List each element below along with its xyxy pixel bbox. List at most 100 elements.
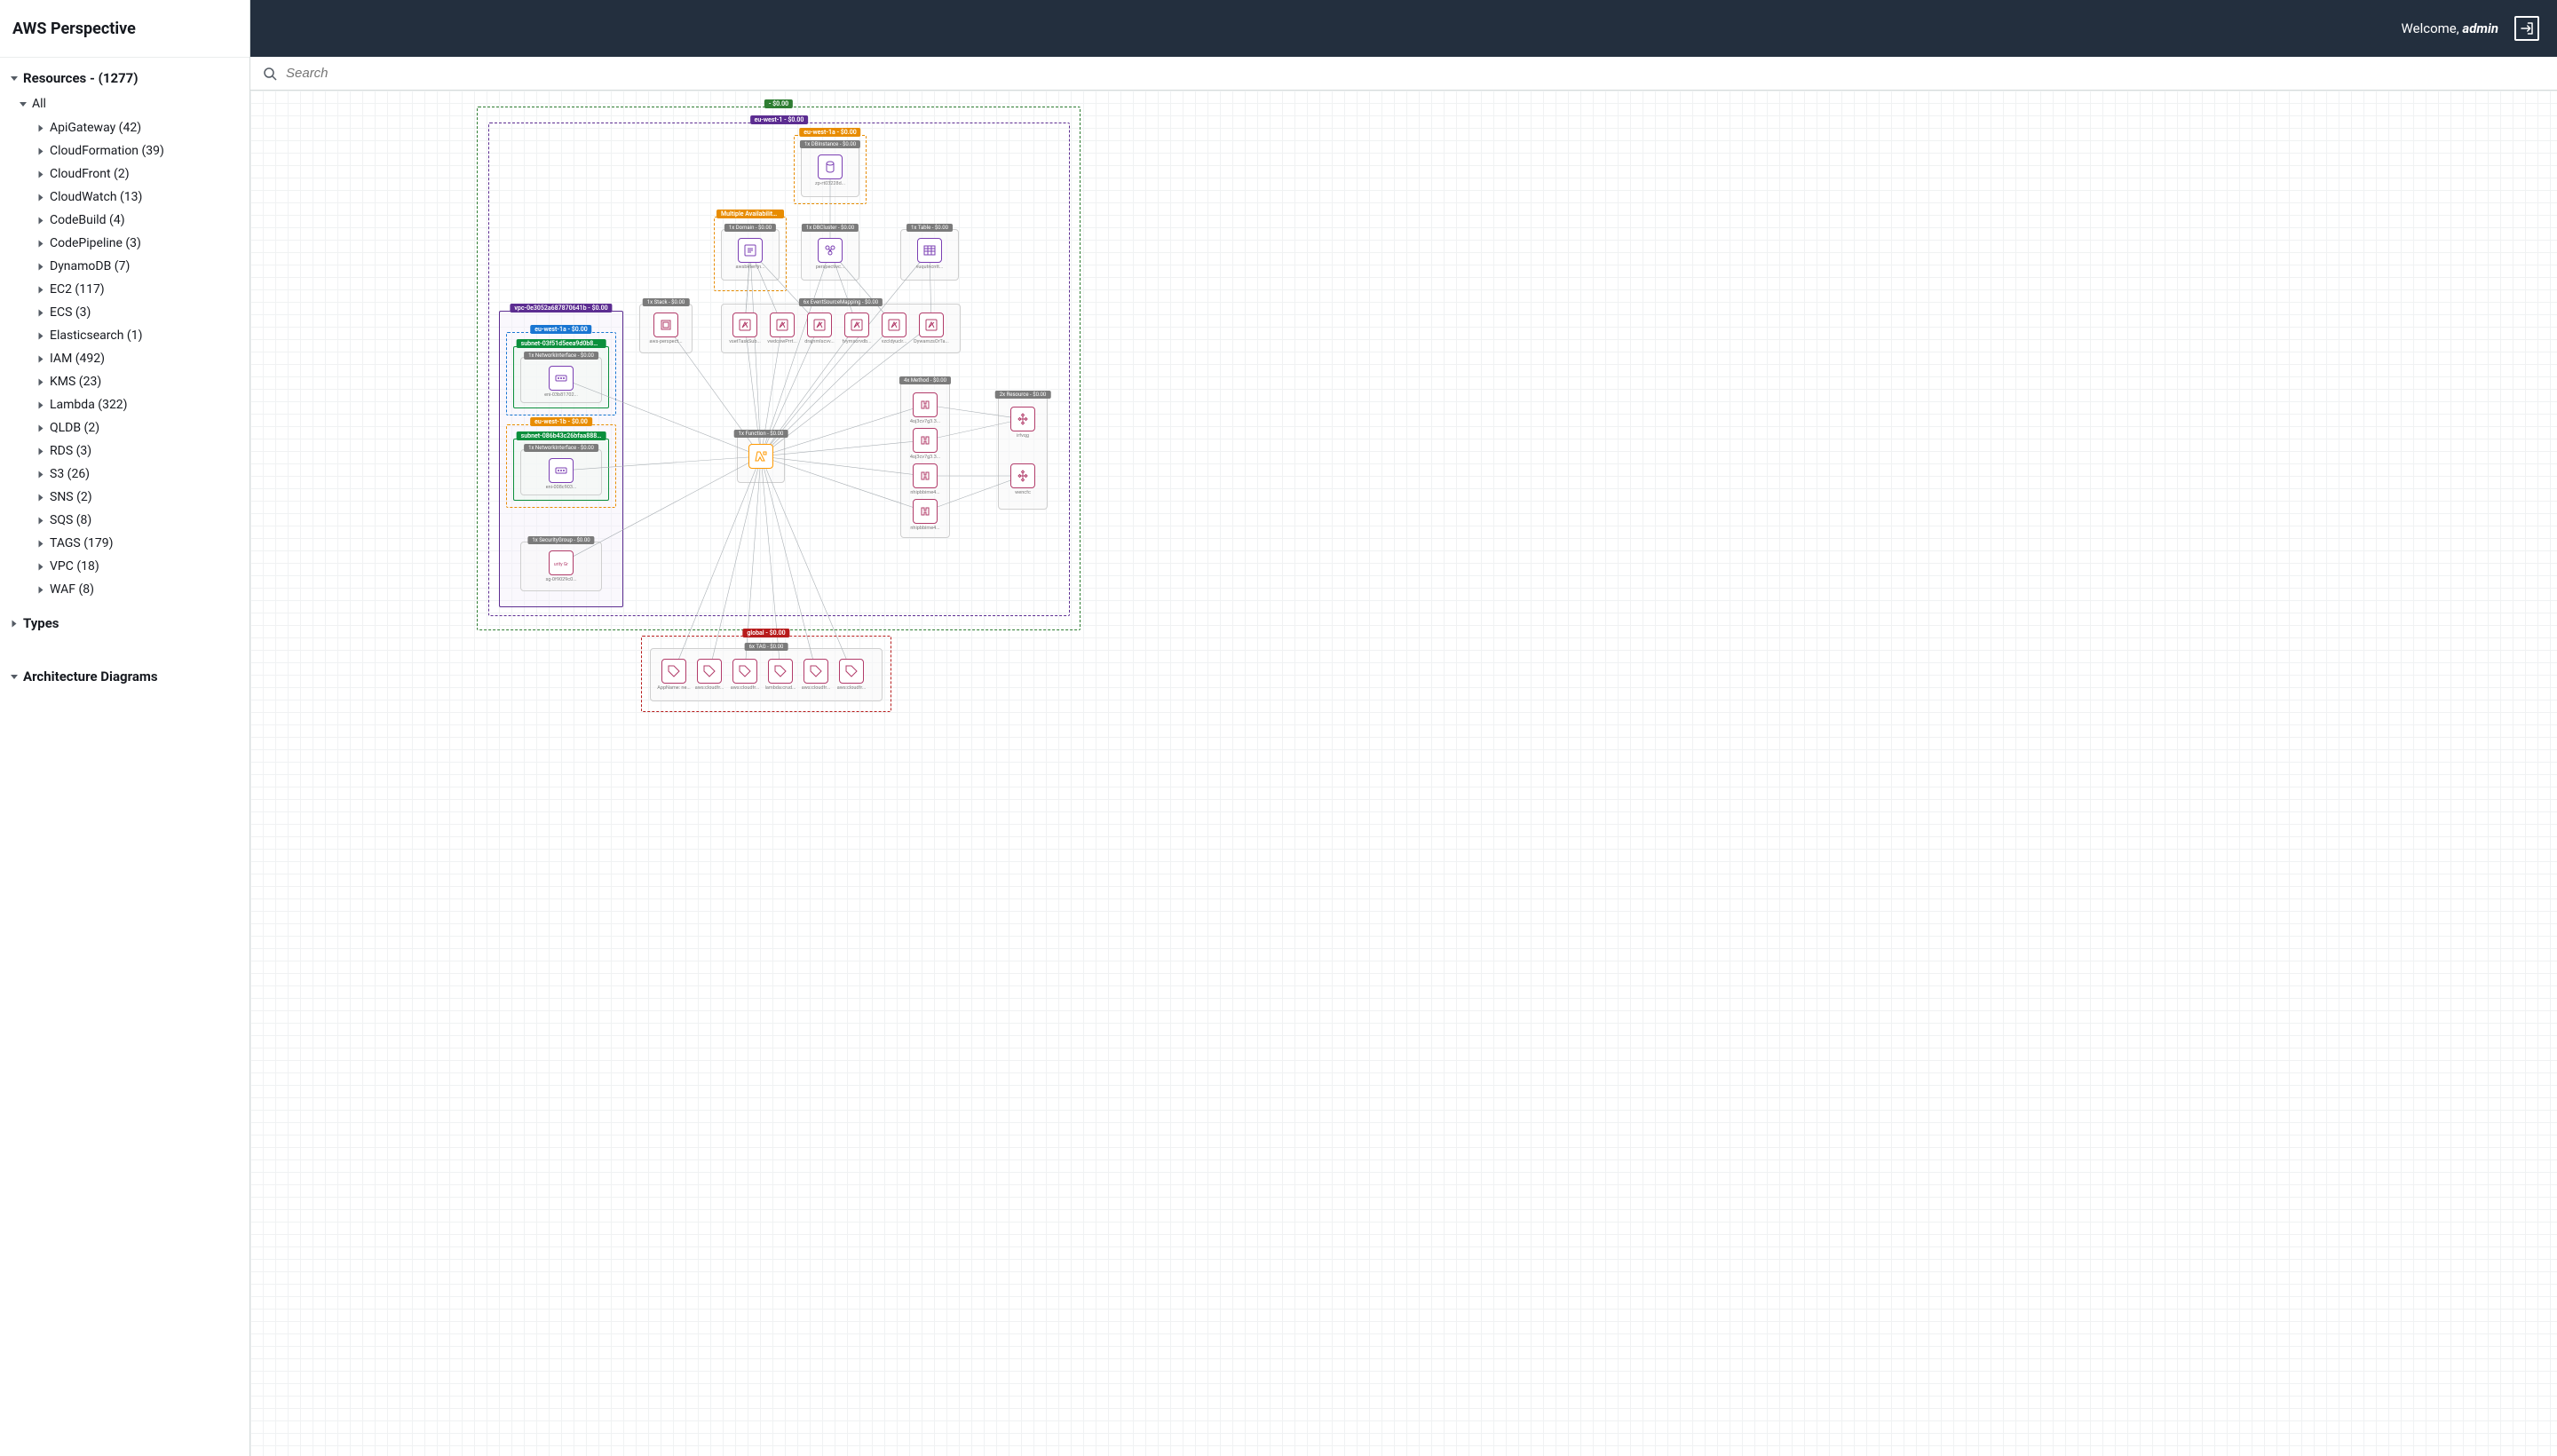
node-method-2-icon	[913, 463, 938, 488]
node-tag-5[interactable]: aws:cloudfr...	[836, 659, 867, 691]
node-table[interactable]: vuqutncntt...	[914, 238, 945, 270]
tree-item-label: DynamoDB (7)	[50, 259, 130, 273]
tree-item-label: IAM (492)	[50, 352, 105, 366]
node-method-1-caption: 4oj3cv7g3.3...	[910, 455, 940, 460]
node-mapping-5[interactable]: DywamzsOrTa...	[916, 313, 946, 344]
tree-item-label: CloudFront (2)	[50, 167, 130, 181]
node-tag-2-caption: aws:cloudfr...	[731, 685, 760, 691]
tree-item[interactable]: RDS (3)	[32, 439, 244, 463]
chevron-down-icon	[11, 76, 18, 81]
welcome-prefix: Welcome,	[2402, 20, 2463, 36]
grp-mapping-label: 6x EventSourceMapping - $0.00	[799, 298, 883, 306]
chevron-right-icon	[39, 240, 44, 247]
node-lambda-icon	[748, 444, 773, 469]
node-tag-2[interactable]: aws:cloudfr...	[730, 659, 760, 691]
tree-item[interactable]: CodeBuild (4)	[32, 209, 244, 232]
node-eni2[interactable]: eni-008c903...	[546, 458, 576, 490]
node-mapping-1[interactable]: vwdcowPrrt...	[767, 313, 797, 344]
username: admin	[2462, 20, 2498, 36]
chevron-right-icon	[39, 286, 44, 293]
tree-section-arch[interactable]: Architecture Diagrams	[5, 663, 244, 690]
node-mapping-2-caption: drajnmlscvv...	[804, 339, 834, 344]
sidebar: AWS Perspective Resources - (1277) All A…	[0, 0, 250, 1456]
node-sg-icon: Security Group	[549, 550, 574, 575]
node-tag-3[interactable]: lambda:crud...	[765, 659, 796, 691]
grp-az-a-label: eu-west-1a - $0.00	[799, 128, 860, 137]
grp-account-label: - $0.00	[764, 99, 793, 108]
node-stack[interactable]: aws-perspect...	[651, 313, 681, 344]
tree-item[interactable]: S3 (26)	[32, 463, 244, 486]
tree-item[interactable]: CloudFormation (39)	[32, 139, 244, 162]
node-tag-5-caption: aws:cloudfr...	[837, 685, 867, 691]
tree-item[interactable]: SNS (2)	[32, 486, 244, 509]
diagram-canvas[interactable]: - $0.00eu-west-1 - $0.00vpc-0e3052a68787…	[250, 91, 2557, 1456]
node-sg[interactable]: Security Groupsg-0f9029c0...	[546, 550, 576, 582]
tree-item[interactable]: IAM (492)	[32, 347, 244, 370]
node-mapping-5-icon	[919, 313, 944, 337]
tree-item[interactable]: WAF (8)	[32, 578, 244, 601]
node-eni1[interactable]: eni-03b81702...	[546, 366, 576, 398]
node-dbinstance[interactable]: zp-rt03228d...	[815, 154, 845, 186]
node-method-3[interactable]: nhipbbime4...	[910, 499, 940, 531]
chevron-right-icon	[39, 586, 44, 593]
tree-item[interactable]: ECS (3)	[32, 301, 244, 324]
node-mapping-3[interactable]: fvymsorvdb...	[842, 313, 872, 344]
node-tag-1[interactable]: aws:cloudfr...	[694, 659, 724, 691]
node-dbinstance-icon	[818, 154, 843, 179]
node-tag-0-caption: AppName: ne...	[657, 685, 690, 691]
node-method-0[interactable]: 4oj3cv7g3.3...	[910, 392, 940, 424]
tree-item-label: QLDB (2)	[50, 421, 99, 435]
node-method-2[interactable]: nhipbbime4...	[910, 463, 940, 495]
node-method-0-caption: 4oj3cv7g3.3...	[910, 419, 940, 424]
chevron-right-icon	[39, 471, 44, 478]
tree-item[interactable]: CloudFront (2)	[32, 162, 244, 186]
node-tag-5-icon	[839, 659, 864, 684]
tree-item[interactable]: CloudWatch (13)	[32, 186, 244, 209]
node-method-1[interactable]: 4oj3cv7g3.3...	[910, 428, 940, 460]
tree-item[interactable]: CodePipeline (3)	[32, 232, 244, 255]
grp-eni2-label: 1x NetworkInterface - $0.00	[524, 444, 598, 452]
node-domain[interactable]: awsbkterfjn...	[735, 238, 765, 270]
tree-item-label: RDS (3)	[50, 444, 91, 458]
tree-item[interactable]: ApiGateway (42)	[32, 116, 244, 139]
chevron-down-icon	[20, 102, 27, 107]
tree-item[interactable]: TAGS (179)	[32, 532, 244, 555]
tree-item[interactable]: DynamoDB (7)	[32, 255, 244, 278]
tree-item[interactable]: QLDB (2)	[32, 416, 244, 439]
node-mapping-4[interactable]: vzcIdyuclr...	[879, 313, 909, 344]
node-dbcluster-caption: perspectivc...	[816, 265, 845, 270]
types-label: Types	[23, 615, 59, 631]
tree-section-types[interactable]: Types	[5, 610, 244, 637]
tree-item[interactable]: SQS (8)	[32, 509, 244, 532]
tree-item[interactable]: Elasticsearch (1)	[32, 324, 244, 347]
tree-item[interactable]: KMS (23)	[32, 370, 244, 393]
tree-item-label: CloudFormation (39)	[50, 144, 164, 158]
node-stack-caption: aws-perspect...	[649, 339, 682, 344]
chevron-right-icon	[39, 378, 44, 385]
node-lambda[interactable]	[746, 444, 776, 471]
node-mapping-0[interactable]: vsetTaskSub...	[730, 313, 760, 344]
tree-item[interactable]: Lambda (322)	[32, 393, 244, 416]
chevron-right-icon	[39, 355, 44, 362]
tree-group-all[interactable]: All	[14, 91, 244, 116]
node-tag-4[interactable]: aws:cloudfr...	[801, 659, 831, 691]
logout-button[interactable]	[2514, 16, 2539, 41]
chevron-right-icon	[39, 217, 44, 224]
node-tag-0[interactable]: AppName: ne...	[659, 659, 689, 691]
node-method-0-icon	[913, 392, 938, 417]
tree-item[interactable]: VPC (18)	[32, 555, 244, 578]
search-icon	[263, 67, 277, 81]
node-eni1-icon	[549, 366, 574, 391]
node-resource-0[interactable]: irfvqg	[1008, 407, 1038, 439]
tree-item[interactable]: EC2 (117)	[32, 278, 244, 301]
svg-text:Security Group: Security Group	[554, 562, 568, 567]
close-icon[interactable]	[228, 14, 235, 43]
node-mapping-2[interactable]: drajnmlscvv...	[804, 313, 835, 344]
grp-resource-label: 2x Resource - $0.00	[995, 391, 1051, 399]
tree-section-resources[interactable]: Resources - (1277)	[5, 65, 244, 91]
chevron-right-icon	[39, 494, 44, 501]
tree-item-label: WAF (8)	[50, 582, 94, 597]
node-dbcluster[interactable]: perspectivc...	[815, 238, 845, 270]
search-input[interactable]	[286, 66, 2545, 81]
node-resource-1[interactable]: wencfc	[1008, 463, 1038, 495]
